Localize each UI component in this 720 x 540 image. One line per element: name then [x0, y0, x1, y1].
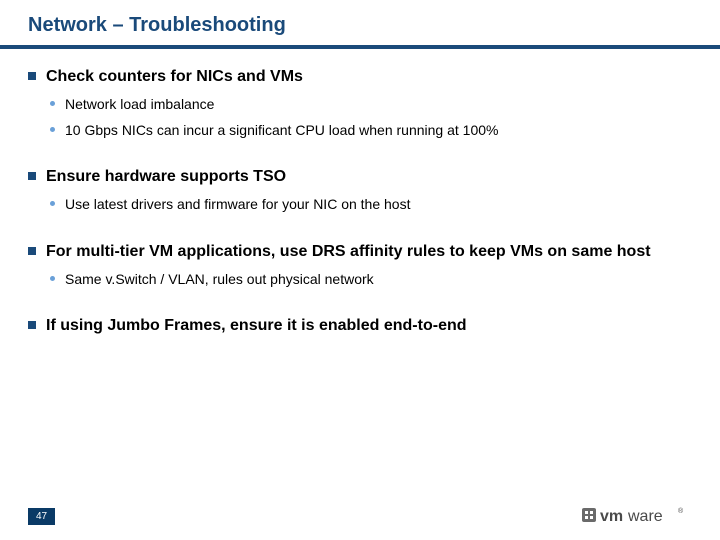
slide-title: Network – Troubleshooting	[28, 14, 692, 45]
heading-text: For multi-tier VM applications, use DRS …	[46, 242, 651, 262]
heading-row: Check counters for NICs and VMs	[28, 67, 692, 87]
sub-row: Network load imbalance	[50, 95, 692, 113]
vmware-logo-icon: vm ware ®	[582, 506, 692, 526]
sub-row: Use latest drivers and firmware for your…	[50, 195, 692, 213]
square-bullet-icon	[28, 321, 36, 329]
section: Check counters for NICs and VMs Network …	[28, 67, 692, 139]
sub-row: 10 Gbps NICs can incur a significant CPU…	[50, 121, 692, 139]
heading-row: Ensure hardware supports TSO	[28, 167, 692, 187]
dot-bullet-icon	[50, 127, 55, 132]
heading-row: If using Jumbo Frames, ensure it is enab…	[28, 316, 692, 336]
vmware-logo: vm ware ®	[582, 506, 692, 526]
slide: Network – Troubleshooting Check counters…	[0, 0, 720, 540]
title-rule	[0, 45, 720, 49]
heading-text: Check counters for NICs and VMs	[46, 67, 303, 87]
dot-bullet-icon	[50, 201, 55, 206]
dot-bullet-icon	[50, 101, 55, 106]
section: Ensure hardware supports TSO Use latest …	[28, 167, 692, 213]
section: If using Jumbo Frames, ensure it is enab…	[28, 316, 692, 336]
section: For multi-tier VM applications, use DRS …	[28, 242, 692, 288]
square-bullet-icon	[28, 247, 36, 255]
dot-bullet-icon	[50, 276, 55, 281]
svg-text:vm: vm	[600, 508, 623, 525]
square-bullet-icon	[28, 172, 36, 180]
sub-text: 10 Gbps NICs can incur a significant CPU…	[65, 121, 498, 139]
sub-text: Same v.Switch / VLAN, rules out physical…	[65, 270, 374, 288]
page-number: 47	[28, 508, 55, 525]
svg-text:ware: ware	[627, 508, 663, 525]
footer: 47 vm ware ®	[28, 506, 692, 526]
heading-row: For multi-tier VM applications, use DRS …	[28, 242, 692, 262]
sub-text: Network load imbalance	[65, 95, 214, 113]
svg-text:®: ®	[678, 507, 684, 515]
heading-text: Ensure hardware supports TSO	[46, 167, 286, 187]
heading-text: If using Jumbo Frames, ensure it is enab…	[46, 316, 467, 336]
sub-row: Same v.Switch / VLAN, rules out physical…	[50, 270, 692, 288]
square-bullet-icon	[28, 72, 36, 80]
sub-text: Use latest drivers and firmware for your…	[65, 195, 410, 213]
